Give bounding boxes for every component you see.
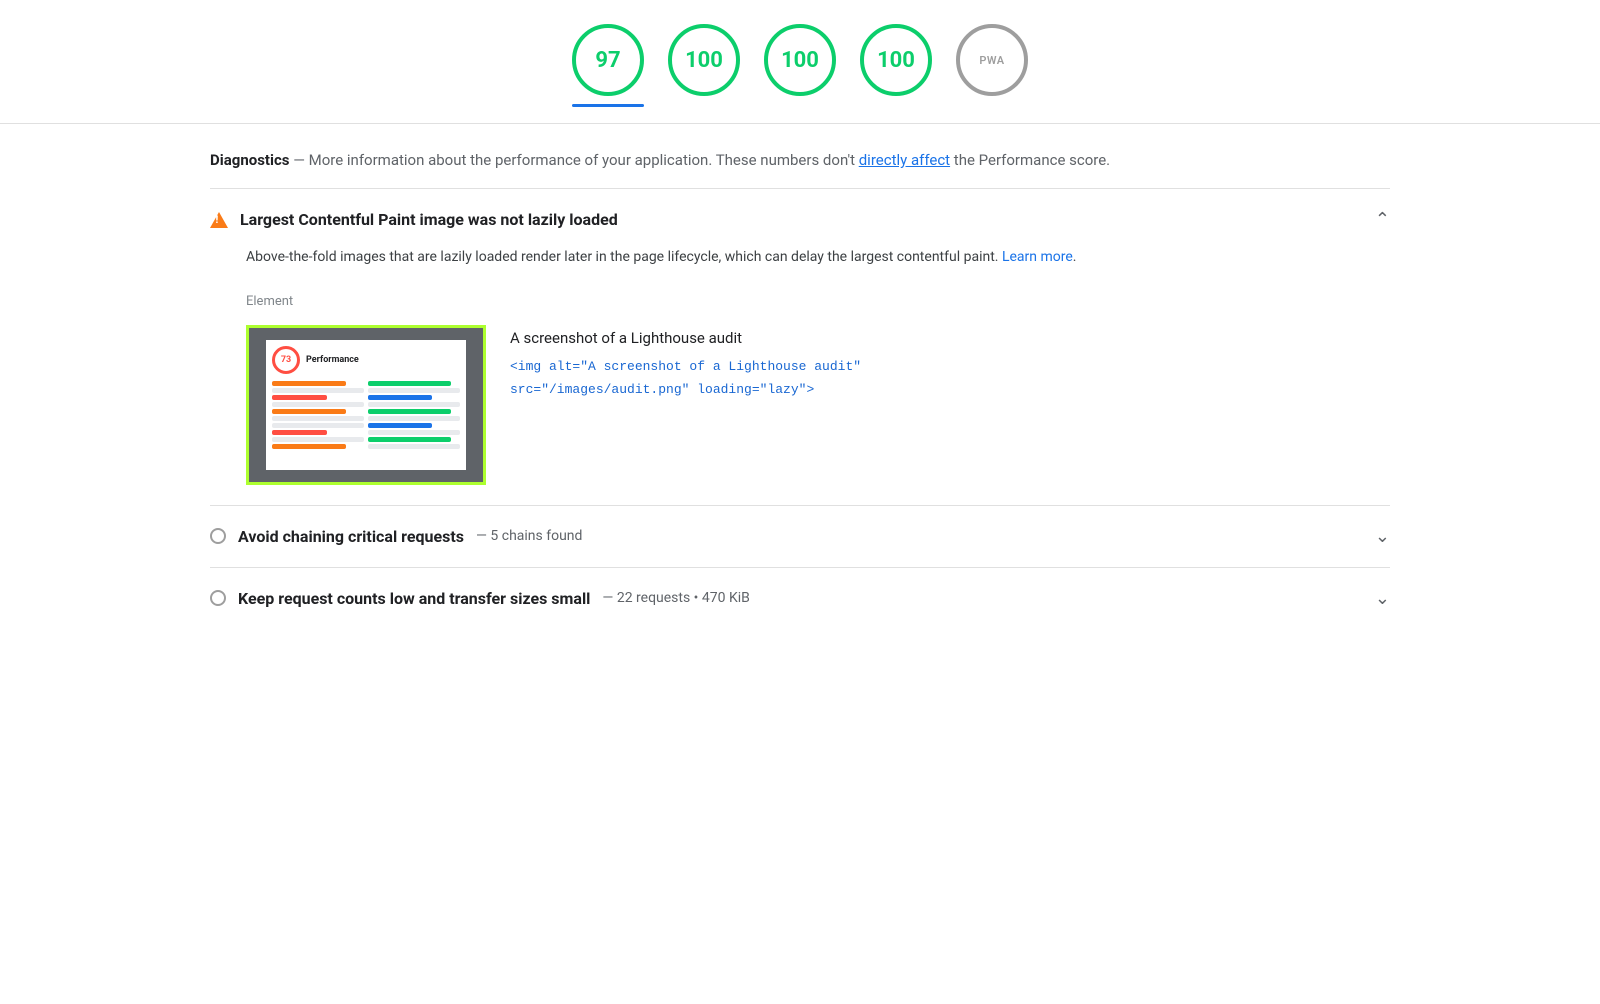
circle-icon-2	[210, 590, 226, 606]
tab-indicator-5	[956, 104, 1028, 107]
tab-indicator-4	[860, 104, 932, 107]
mock-col-1	[272, 381, 364, 464]
element-name: A screenshot of a Lighthouse audit	[510, 329, 861, 347]
element-code: <img alt="A screenshot of a Lighthouse a…	[510, 355, 861, 402]
audit-lcp-header[interactable]: Largest Contentful Paint image was not l…	[210, 209, 1390, 230]
audit-lcp-header-left: Largest Contentful Paint image was not l…	[210, 210, 618, 229]
mock-row-8	[272, 430, 327, 435]
diagnostics-link[interactable]: directly affect	[859, 151, 950, 169]
element-row: 73 Performance	[246, 325, 1390, 485]
warning-icon	[210, 212, 228, 228]
score-performance-wrapper[interactable]: 97	[572, 24, 644, 107]
mock-row-c2-2	[368, 388, 460, 393]
mock-row-4	[272, 402, 364, 407]
audit-critical-header[interactable]: Avoid chaining critical requests — 5 cha…	[210, 526, 1390, 547]
score-accessibility-wrapper[interactable]: 100	[668, 24, 740, 107]
score-seo[interactable]: 100	[860, 24, 932, 96]
scores-row: 97 100 100 100 PWA	[0, 0, 1600, 107]
mock-perf-title: Performance	[306, 355, 359, 365]
audit-request-subtitle: — 22 requests • 470 KiB	[602, 590, 749, 606]
mock-row-c2-3	[368, 395, 432, 400]
element-thumbnail: 73 Performance	[246, 325, 486, 485]
element-label: Element	[246, 294, 1390, 309]
mock-score: 73	[272, 346, 300, 374]
tab-indicator-2	[668, 104, 740, 107]
mock-row-7	[272, 423, 364, 428]
audit-request-title: Keep request counts low and transfer siz…	[238, 589, 590, 608]
tab-indicator-3	[764, 104, 836, 107]
mock-row-9	[272, 437, 364, 442]
score-best-practices[interactable]: 100	[764, 24, 836, 96]
mock-row-c2-9	[368, 437, 451, 442]
audit-request-header-left: Keep request counts low and transfer siz…	[210, 589, 750, 608]
audit-lcp-description: Above-the-fold images that are lazily lo…	[246, 246, 1390, 270]
audit-lcp-title: Largest Contentful Paint image was not l…	[240, 210, 618, 229]
mock-row-c2-8	[368, 430, 460, 435]
main-content: Diagnostics — More information about the…	[150, 124, 1450, 629]
element-code-line1: <img alt="A screenshot of a Lighthouse a…	[510, 355, 861, 378]
mock-row-3	[272, 395, 327, 400]
audit-critical-title: Avoid chaining critical requests	[238, 527, 464, 546]
mock-columns	[272, 381, 460, 464]
audit-critical-header-left: Avoid chaining critical requests — 5 cha…	[210, 527, 582, 546]
audit-lcp-body: Above-the-fold images that are lazily lo…	[210, 230, 1390, 485]
learn-more-link[interactable]: Learn more	[1002, 249, 1073, 265]
score-best-practices-wrapper[interactable]: 100	[764, 24, 836, 107]
circle-icon-1	[210, 528, 226, 544]
mock-row-c2-1	[368, 381, 451, 386]
mock-row-c2-10	[368, 444, 460, 449]
audit-critical-subtitle: — 5 chains found	[476, 528, 582, 544]
element-info: A screenshot of a Lighthouse audit <img …	[510, 325, 861, 402]
score-accessibility[interactable]: 100	[668, 24, 740, 96]
mock-col-2	[368, 381, 460, 464]
mock-row-1	[272, 381, 346, 386]
mock-row-c2-6	[368, 416, 460, 421]
diagnostics-title: Diagnostics	[210, 151, 289, 169]
diagnostics-section: Diagnostics — More information about the…	[210, 124, 1390, 188]
mock-row-c2-5	[368, 409, 451, 414]
mock-screenshot: 73 Performance	[266, 340, 466, 470]
audit-lcp-lazy-load: Largest Contentful Paint image was not l…	[210, 188, 1390, 505]
mock-header: 73 Performance	[272, 346, 460, 374]
audit-request-header[interactable]: Keep request counts low and transfer siz…	[210, 588, 1390, 609]
score-performance[interactable]: 97	[572, 24, 644, 96]
mock-row-6	[272, 416, 364, 421]
audit-request-counts: Keep request counts low and transfer siz…	[210, 567, 1390, 629]
thumbnail-inner: 73 Performance	[266, 340, 466, 470]
chevron-up-icon[interactable]: ⌃	[1375, 209, 1390, 230]
mock-row-5	[272, 409, 346, 414]
mock-row-10	[272, 444, 346, 449]
diagnostics-link-suffix: the Performance score.	[950, 151, 1110, 169]
diagnostics-description: — More information about the performance…	[289, 151, 858, 169]
score-pwa[interactable]: PWA	[956, 24, 1028, 96]
mock-row-c2-4	[368, 402, 460, 407]
audit-critical-requests: Avoid chaining critical requests — 5 cha…	[210, 505, 1390, 567]
mock-row-c2-7	[368, 423, 432, 428]
score-seo-wrapper[interactable]: 100	[860, 24, 932, 107]
active-tab-indicator	[572, 104, 644, 107]
chevron-down-icon-1[interactable]: ⌄	[1375, 526, 1390, 547]
chevron-down-icon-2[interactable]: ⌄	[1375, 588, 1390, 609]
element-code-line2: src="/images/audit.png" loading="lazy">	[510, 378, 861, 401]
mock-row-2	[272, 388, 364, 393]
score-pwa-wrapper[interactable]: PWA	[956, 24, 1028, 107]
